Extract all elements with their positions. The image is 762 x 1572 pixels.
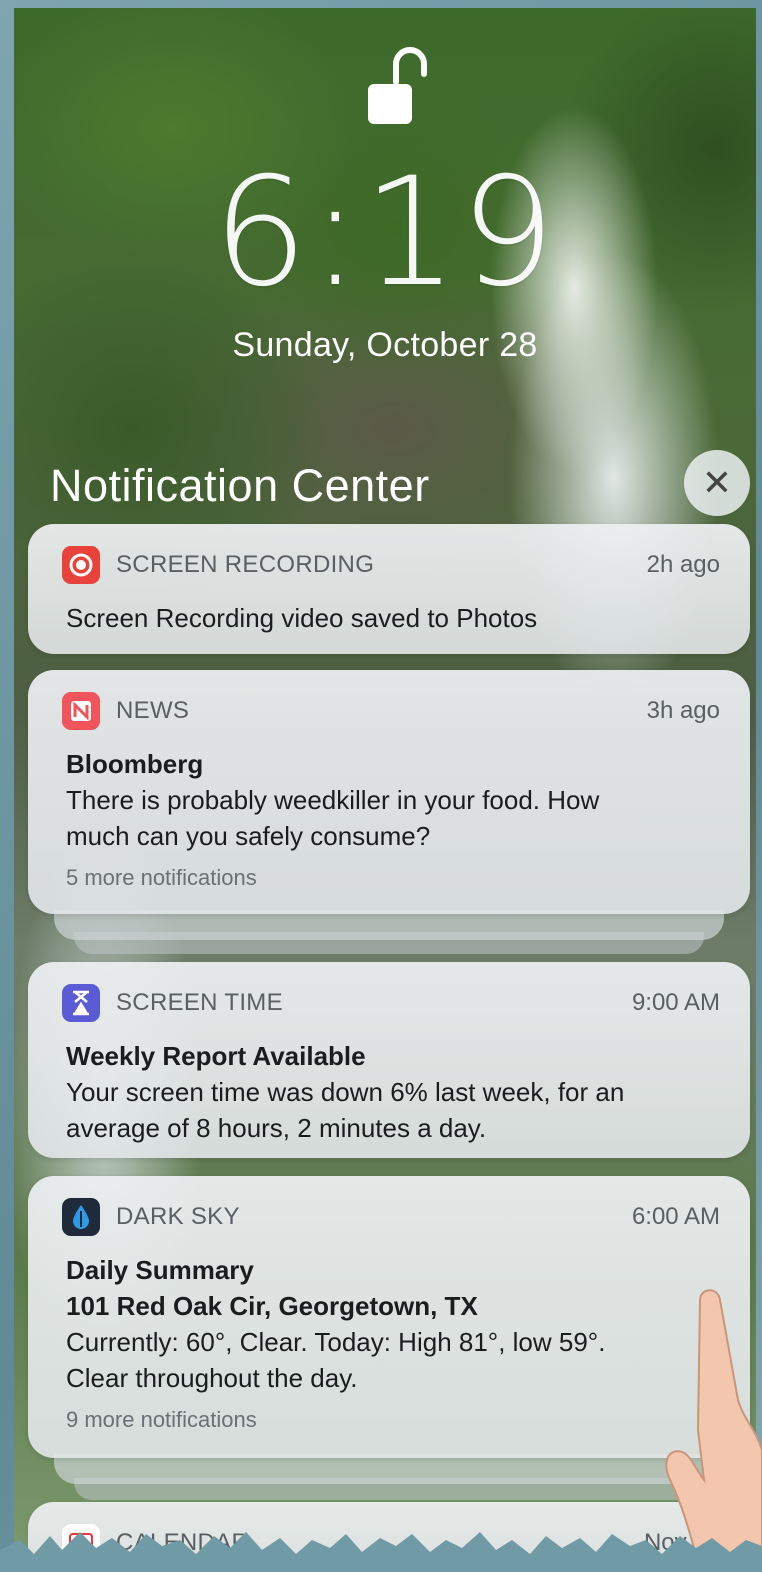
- notification-time: 2h ago: [646, 551, 720, 578]
- notification-screen-recording[interactable]: SCREEN RECORDING 2h ago Screen Recording…: [28, 524, 750, 654]
- app-name: DARK SKY: [116, 1203, 240, 1230]
- close-icon: ✕: [701, 462, 733, 503]
- stacked-card-shadow: [54, 910, 724, 940]
- raindrop-icon: [62, 1198, 100, 1236]
- news-icon: [62, 692, 100, 730]
- notification-center-title: Notification Center: [50, 460, 430, 511]
- notification-text-line: average of 8 hours, 2 minutes a day.: [66, 1113, 487, 1143]
- notification-subtitle: 101 Red Oak Cir, Georgetown, TX: [66, 1291, 478, 1321]
- notification-screen-time[interactable]: SCREEN TIME 9:00 AM Weekly Report Availa…: [28, 962, 750, 1158]
- screen-recording-icon: [62, 546, 100, 584]
- lock-date: Sunday, October 28: [232, 326, 538, 364]
- more-notifications-label: 5 more notifications: [66, 865, 257, 890]
- stacked-card-shadow: [54, 1454, 724, 1484]
- notification-text-line: Currently: 60°, Clear. Today: High 81°, …: [66, 1327, 606, 1357]
- notification-title: Daily Summary: [66, 1255, 254, 1285]
- torn-edge: [0, 1532, 762, 1572]
- more-notifications-label: 9 more notifications: [66, 1407, 257, 1432]
- notification-text-line: Your screen time was down 6% last week, …: [66, 1077, 625, 1107]
- notification-title: Weekly Report Available: [66, 1041, 366, 1071]
- notification-time: 3h ago: [646, 697, 720, 724]
- clear-notifications-button[interactable]: ✕: [684, 450, 750, 516]
- notification-text-line: Clear throughout the day.: [66, 1363, 358, 1393]
- unlocked-lock-icon: [368, 47, 427, 124]
- notification-title: Bloomberg: [66, 749, 204, 779]
- notification-time: 9:00 AM: [631, 989, 720, 1016]
- app-name: NEWS: [116, 697, 190, 724]
- notification-text: Screen Recording video saved to Photos: [66, 603, 538, 633]
- notification-news[interactable]: NEWS 3h ago Bloomberg There is probably …: [28, 670, 750, 914]
- app-name: SCREEN RECORDING: [116, 551, 375, 578]
- notification-time: 6:00 AM: [631, 1203, 720, 1230]
- lock-screen: 6:19 Sunday, October 28 Notification Cen…: [14, 8, 756, 1572]
- notification-text-line: There is probably weedkiller in your foo…: [66, 785, 600, 815]
- notification-text-line: much can you safely consume?: [66, 821, 431, 851]
- app-name: SCREEN TIME: [116, 989, 283, 1016]
- clock-time: 6:19: [212, 146, 558, 320]
- hourglass-icon: [62, 984, 100, 1022]
- notification-dark-sky[interactable]: DARK SKY 6:00 AM Daily Summary 101 Red O…: [28, 1176, 750, 1458]
